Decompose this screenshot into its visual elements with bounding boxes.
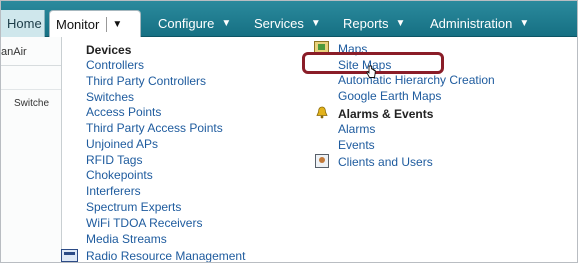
menu-item-google-earth-maps[interactable]: Google Earth Maps — [338, 89, 441, 103]
background-switches-label: Switche — [14, 98, 50, 109]
tab-services-label: Services — [254, 16, 304, 31]
menu-item-automatic-hierarchy-creation[interactable]: Automatic Hierarchy Creation — [338, 73, 495, 87]
menu-item-interferers[interactable]: Interferers — [86, 184, 141, 198]
menu-item-media-streams[interactable]: Media Streams — [86, 232, 167, 246]
menu-item-chokepoints[interactable]: Chokepoints — [86, 168, 153, 182]
monitor-dropdown-menu: Devices Controllers Third Party Controll… — [61, 37, 577, 262]
menu-item-third-party-controllers[interactable]: Third Party Controllers — [86, 74, 206, 88]
menu-item-clients-and-users[interactable]: Clients and Users — [338, 155, 433, 169]
devices-heading: Devices — [86, 43, 132, 57]
tab-monitor-label: Monitor — [56, 16, 100, 32]
menu-item-controllers[interactable]: Controllers — [86, 58, 144, 72]
chevron-down-icon[interactable]: ▼ — [311, 18, 321, 29]
bell-icon — [316, 106, 328, 119]
tab-separator — [106, 16, 108, 32]
tab-home[interactable]: Home — [1, 10, 45, 37]
hand-cursor-icon — [366, 65, 376, 78]
tab-home-label: Home — [7, 16, 42, 31]
tab-administration[interactable]: Administration ▼ — [424, 10, 529, 37]
tab-configure-label: Configure — [158, 16, 215, 31]
top-navigation-bar: Home Monitor ▼ Configure ▼ Services ▼ Re… — [1, 1, 577, 37]
tab-reports-label: Reports — [343, 16, 389, 31]
tab-reports[interactable]: Reports ▼ — [337, 10, 405, 37]
radio-resource-icon — [61, 249, 78, 262]
menu-item-unjoined-aps[interactable]: Unjoined APs — [86, 137, 158, 151]
menu-item-rfid-tags[interactable]: RFID Tags — [86, 153, 142, 167]
background-page: anAir Switche — [1, 37, 61, 262]
menu-item-spectrum-experts[interactable]: Spectrum Experts — [86, 200, 181, 214]
tab-monitor[interactable]: Monitor ▼ — [49, 10, 141, 37]
menu-item-wifi-tdoa-receivers[interactable]: WiFi TDOA Receivers — [86, 216, 202, 230]
menu-item-third-party-access-points[interactable]: Third Party Access Points — [86, 121, 223, 135]
divider — [1, 65, 61, 66]
menu-item-events[interactable]: Events — [338, 138, 375, 152]
clients-icon — [315, 154, 329, 168]
menu-item-switches[interactable]: Switches — [86, 90, 134, 104]
background-app-name: anAir — [1, 46, 27, 58]
chevron-down-icon[interactable]: ▼ — [112, 19, 122, 30]
menu-item-radio-resource-management[interactable]: Radio Resource Management — [86, 249, 245, 262]
chevron-down-icon[interactable]: ▼ — [221, 18, 231, 29]
tab-administration-label: Administration — [430, 16, 513, 31]
divider — [1, 89, 61, 90]
screenshot-frame: Home Monitor ▼ Configure ▼ Services ▼ Re… — [0, 0, 578, 263]
menu-item-access-points[interactable]: Access Points — [86, 105, 161, 119]
tab-services[interactable]: Services ▼ — [248, 10, 321, 37]
alarms-events-heading: Alarms & Events — [338, 107, 434, 121]
chevron-down-icon[interactable]: ▼ — [396, 18, 406, 29]
menu-item-alarms[interactable]: Alarms — [338, 122, 375, 136]
tab-configure[interactable]: Configure ▼ — [152, 10, 231, 37]
chevron-down-icon[interactable]: ▼ — [519, 18, 529, 29]
